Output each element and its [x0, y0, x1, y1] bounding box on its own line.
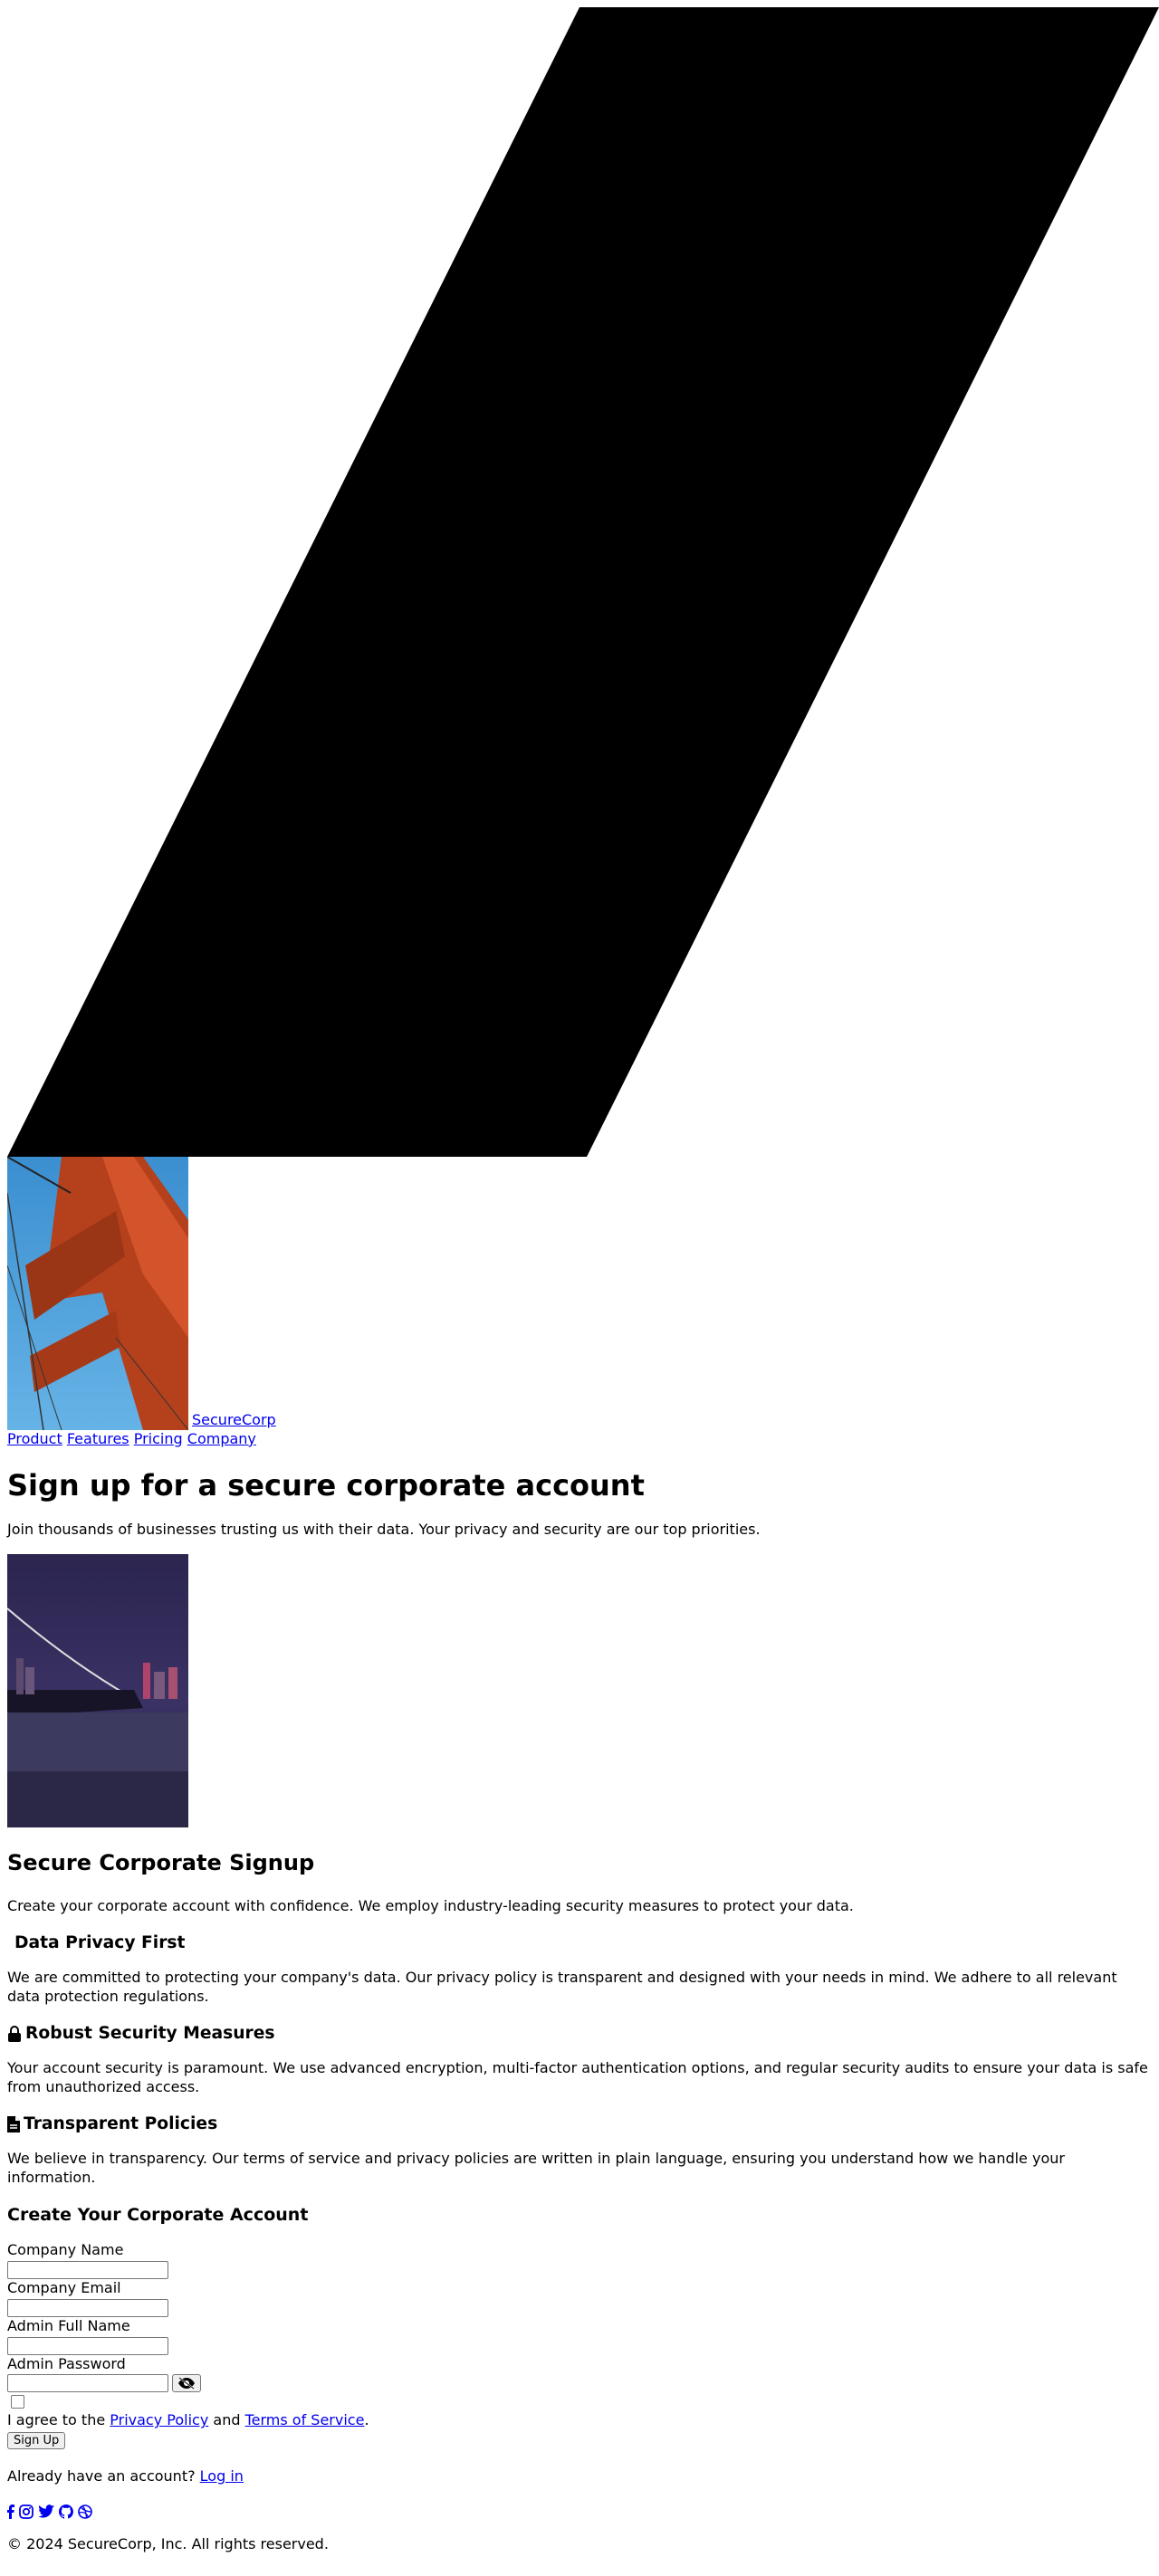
section-intro: Create your corporate account with confi…: [7, 1897, 854, 1915]
nav-features[interactable]: Features: [67, 1430, 129, 1447]
nav-product[interactable]: Product: [7, 1430, 62, 1447]
toggle-password-button[interactable]: [172, 2374, 201, 2393]
header: SecureCorp: [7, 1157, 1152, 1430]
main-nav: Product Features Pricing Company: [7, 1430, 1152, 1449]
facebook-link[interactable]: [7, 2504, 14, 2519]
company-name-input[interactable]: [7, 2260, 168, 2279]
feature-title: Data Privacy First: [7, 1932, 1152, 1954]
github-link[interactable]: [59, 2504, 73, 2519]
agree-and: and: [208, 2411, 245, 2429]
facebook-icon: [7, 2504, 14, 2519]
lock-icon: [7, 2026, 22, 2043]
document-icon: [7, 2116, 20, 2133]
feature-text: Your account security is paramount. We u…: [7, 2059, 1148, 2096]
company-name-label: Company Name: [7, 2240, 124, 2258]
bridge-tower-photo: [7, 1157, 188, 1430]
feature-text: We are committed to protecting your comp…: [7, 1969, 1117, 2006]
feature-title: Transparent Policies: [7, 2113, 1152, 2135]
brand-link[interactable]: SecureCorp: [192, 1411, 276, 1430]
twitter-link[interactable]: [38, 2504, 54, 2519]
social-links: [7, 2504, 1152, 2519]
form-title: Create Your Corporate Account: [7, 2204, 309, 2225]
login-link[interactable]: Log in: [200, 2467, 244, 2485]
shield-icon: [7, 1936, 11, 1951]
agree-text: I agree to the Privacy Policy and Terms …: [7, 2411, 1152, 2430]
terms-link[interactable]: Terms of Service: [245, 2411, 365, 2428]
logo-shape-graphic: [7, 7, 1159, 1157]
agree-suffix: .: [364, 2411, 369, 2429]
section-title: Secure Corporate Signup: [7, 1850, 315, 1876]
twitter-icon: [38, 2504, 54, 2519]
page: SecureCorp Product Features Pricing Comp…: [0, 0, 1159, 2576]
company-email-label: Company Email: [7, 2278, 121, 2296]
feature-title-text: Transparent Policies: [24, 2113, 218, 2133]
admin-password-input[interactable]: [7, 2374, 168, 2393]
admin-name-input[interactable]: [7, 2337, 168, 2356]
instagram-link[interactable]: [19, 2504, 34, 2519]
hero-subtitle: Join thousands of businesses trusting us…: [7, 1521, 761, 1539]
admin-name-label: Admin Full Name: [7, 2317, 130, 2335]
login-prompt: Already have an account? Log in: [7, 2467, 1152, 2486]
night-bridge-photo: [7, 1554, 188, 1828]
feature-title-text: Data Privacy First: [14, 1933, 186, 1953]
company-email-input[interactable]: [7, 2299, 168, 2318]
eye-slash-icon: [177, 2377, 196, 2390]
hero-title: Sign up for a secure corporate account: [7, 1467, 645, 1503]
instagram-icon: [19, 2504, 34, 2519]
copyright: © 2024 SecureCorp, Inc. All rights reser…: [7, 2534, 329, 2552]
feature-title-text: Robust Security Measures: [25, 2024, 275, 2044]
dribbble-link[interactable]: [78, 2504, 92, 2519]
feature-text: We believe in transparency. Our terms of…: [7, 2150, 1065, 2187]
agree-checkbox[interactable]: [11, 2395, 24, 2409]
admin-password-label: Admin Password: [7, 2355, 126, 2373]
login-prompt-text: Already have an account?: [7, 2467, 200, 2485]
dribbble-icon: [78, 2504, 92, 2519]
feature-title: Robust Security Measures: [7, 2023, 1152, 2045]
nav-company[interactable]: Company: [187, 1430, 256, 1447]
password-row: [7, 2374, 1152, 2393]
privacy-policy-link[interactable]: Privacy Policy: [110, 2411, 208, 2428]
sign-up-button[interactable]: Sign Up: [7, 2432, 66, 2450]
signup-form: Create Your Corporate Account Company Na…: [7, 2204, 1152, 2450]
agree-prefix: I agree to the: [7, 2411, 110, 2429]
nav-pricing[interactable]: Pricing: [134, 1430, 183, 1447]
github-icon: [59, 2504, 73, 2519]
